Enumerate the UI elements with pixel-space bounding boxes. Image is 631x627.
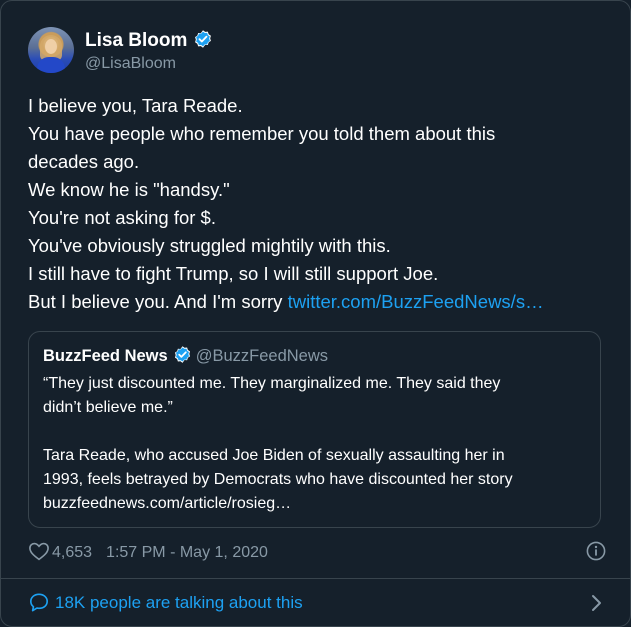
tweet-line: I believe you, Tara Reade. — [28, 95, 243, 116]
tweet-card: Lisa Bloom @LisaBloom I believe you, Tar… — [0, 0, 631, 627]
tweet-line-with-link: But I believe you. And I'm sorry twitter… — [28, 288, 608, 316]
tweet-line: We know he is "handsy." — [28, 179, 230, 200]
tweet-link[interactable]: twitter.com/BuzzFeedNews/s… — [288, 291, 544, 312]
tweet-line: But I believe you. And I'm sorry — [28, 291, 288, 312]
author-handle[interactable]: @LisaBloom — [85, 53, 176, 75]
like-count[interactable]: 4,653 — [52, 544, 92, 561]
tweet-line: I still have to fight Trump, so I will s… — [28, 263, 439, 284]
tweet-line: You have people who remember you told th… — [28, 123, 496, 144]
author-name[interactable]: Lisa Bloom — [85, 30, 187, 51]
divider — [1, 578, 630, 579]
author-avatar[interactable] — [28, 27, 74, 73]
tweet-line: decades ago. — [28, 151, 140, 172]
conversation-count[interactable]: 18K people are talking about this — [55, 593, 303, 612]
tweet-text: I believe you, Tara Reade. You have peop… — [28, 92, 608, 316]
quoted-line: “They just discounted me. They marginali… — [43, 375, 501, 392]
verified-badge-icon — [195, 30, 212, 48]
speech-bubble-icon — [30, 593, 48, 612]
tweet-line: You're not asking for $. — [28, 207, 216, 228]
author-name-row[interactable]: Lisa Bloom — [85, 29, 213, 53]
heart-icon[interactable] — [28, 541, 50, 561]
tweet-meta: 4,653 1:57 PM - May 1, 2020 — [28, 541, 606, 565]
quoted-link: buzzfeednews.com/article/rosieg… — [43, 495, 292, 512]
quoted-author-name: BuzzFeed News — [43, 347, 168, 365]
chevron-right-icon[interactable] — [590, 593, 604, 613]
quoted-line: Tara Reade, who accused Joe Biden of sex… — [43, 447, 505, 464]
quoted-tweet[interactable]: BuzzFeed News @BuzzFeedNews “They just di… — [28, 331, 601, 528]
quoted-line: didn’t believe me.” — [43, 399, 173, 416]
quoted-line: 1993, feels betrayed by Democrats who ha… — [43, 471, 513, 488]
quoted-tweet-header: BuzzFeed News @BuzzFeedNews — [43, 345, 328, 368]
quoted-tweet-text: “They just discounted me. They marginali… — [43, 372, 588, 516]
verified-badge-icon — [174, 346, 190, 363]
quoted-author-handle: @BuzzFeedNews — [195, 347, 329, 365]
tweet-line: You've obviously struggled mightily with… — [28, 235, 391, 256]
conversation-link[interactable]: 18K people are talking about this — [28, 591, 606, 615]
tweet-timestamp[interactable]: 1:57 PM - May 1, 2020 — [106, 544, 268, 561]
info-icon[interactable] — [586, 541, 606, 561]
